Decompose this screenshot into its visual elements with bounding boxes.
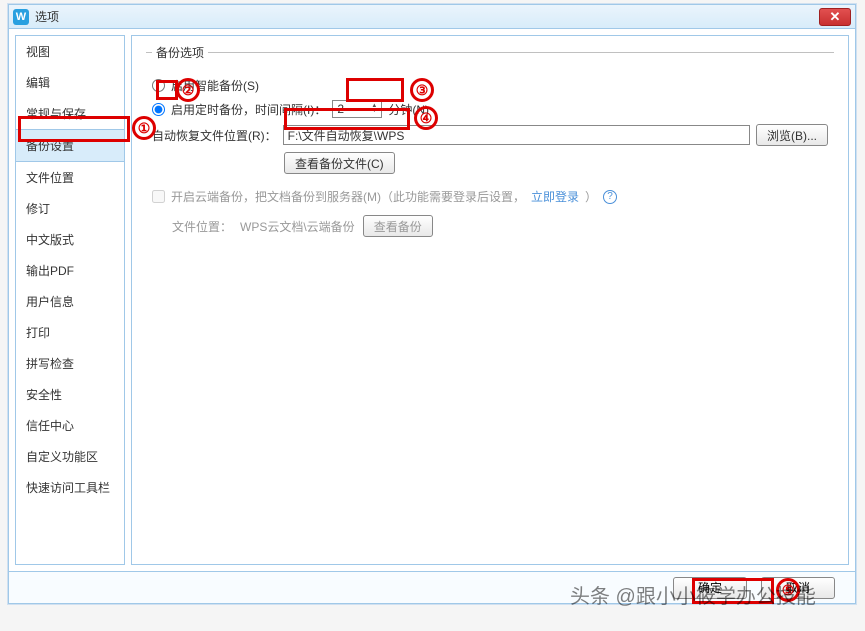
smart-backup-row: 启用智能备份(S) [152,77,828,94]
cloud-backup-label: 开启云端备份，把文档备份到服务器(M)（此功能需要登录后设置， [171,188,525,205]
recover-path-row: 自动恢复文件位置(R)： F:\文件自动恢复\WPS 浏览(B)... [152,124,828,146]
recover-path-label: 自动恢复文件位置(R)： [152,127,277,144]
window-title: 选项 [35,8,819,25]
timed-backup-radio[interactable] [152,103,165,116]
cloud-backup-checkbox[interactable] [152,190,165,203]
sidebar-item-security[interactable]: 安全性 [16,379,124,410]
sidebar-item-backup-settings[interactable]: 备份设置 [16,129,124,162]
sidebar-item-chinese-layout[interactable]: 中文版式 [16,224,124,255]
sidebar-item-spellcheck[interactable]: 拼写检查 [16,348,124,379]
smart-backup-label: 启用智能备份(S) [171,77,259,94]
backup-options-group: 备份选项 启用智能备份(S) 启用定时备份，时间间隔(I)： 2 ▲▼ 分钟(N… [146,44,834,243]
view-backup-button[interactable]: 查看备份文件(C) [284,152,395,174]
sidebar-item-edit[interactable]: 编辑 [16,67,124,98]
sidebar-item-qat[interactable]: 快速访问工具栏 [16,472,124,503]
interval-spinner[interactable]: 2 ▲▼ [332,100,382,118]
sidebar-item-file-location[interactable]: 文件位置 [16,162,124,193]
sidebar-item-revision[interactable]: 修订 [16,193,124,224]
content-panel: 备份选项 启用智能备份(S) 启用定时备份，时间间隔(I)： 2 ▲▼ 分钟(N… [131,35,849,565]
recover-path-value: F:\文件自动恢复\WPS [288,127,405,144]
cloud-location-prefix: 文件位置： [172,218,232,235]
sidebar-item-trust-center[interactable]: 信任中心 [16,410,124,441]
sidebar-item-view[interactable]: 视图 [16,36,124,67]
recover-path-input[interactable]: F:\文件自动恢复\WPS [283,125,750,145]
options-dialog: W 选项 ✕ 视图 编辑 常规与保存 备份设置 文件位置 修订 中文版式 输出P… [8,4,856,604]
help-icon[interactable]: ? [603,190,617,204]
browse-button[interactable]: 浏览(B)... [756,124,828,146]
sidebar-item-export-pdf[interactable]: 输出PDF [16,255,124,286]
titlebar: W 选项 ✕ [9,5,855,29]
smart-backup-radio[interactable] [152,79,165,92]
cloud-location-row: 文件位置： WPS云文档\云端备份 查看备份 [152,215,828,237]
sidebar-item-print[interactable]: 打印 [16,317,124,348]
close-button[interactable]: ✕ [819,8,851,26]
watermark: 头条 @跟小小筱学办公技能 [570,580,816,609]
sidebar-item-customize-ribbon[interactable]: 自定义功能区 [16,441,124,472]
sidebar-item-user-info[interactable]: 用户信息 [16,286,124,317]
spinner-arrows-icon[interactable]: ▲▼ [371,104,377,114]
view-cloud-backup-button[interactable]: 查看备份 [363,215,433,237]
sidebar: 视图 编辑 常规与保存 备份设置 文件位置 修订 中文版式 输出PDF 用户信息… [15,35,125,565]
timed-backup-label: 启用定时备份，时间间隔(I)： [171,101,326,118]
cloud-backup-row: 开启云端备份，把文档备份到服务器(M)（此功能需要登录后设置， 立即登录 ） ? [152,188,828,205]
login-link[interactable]: 立即登录 [531,188,579,205]
interval-value: 2 [337,102,344,116]
sidebar-item-general-save[interactable]: 常规与保存 [16,98,124,129]
cloud-location-path: WPS云文档\云端备份 [240,218,355,235]
cloud-tail: ） [585,188,597,205]
timed-backup-row: 启用定时备份，时间间隔(I)： 2 ▲▼ 分钟(N) [152,100,828,118]
interval-unit: 分钟(N) [388,101,429,118]
group-legend: 备份选项 [152,44,208,61]
app-icon: W [13,9,29,25]
view-backup-row: 查看备份文件(C) [152,152,828,174]
